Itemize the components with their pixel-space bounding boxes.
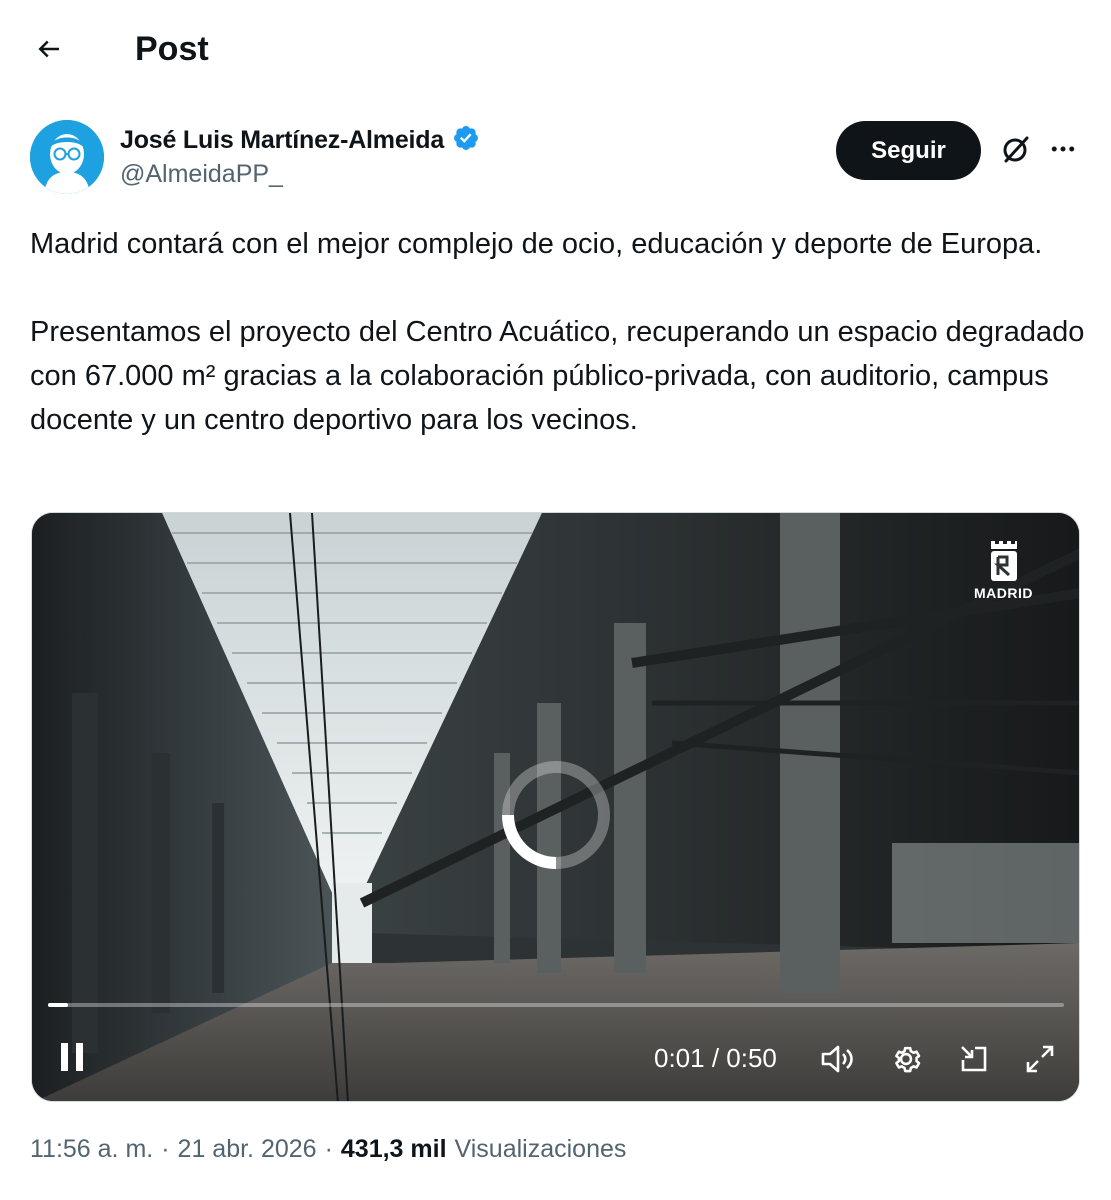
grok-button[interactable] <box>996 131 1036 171</box>
video-time: 0:01 / 0:50 <box>654 1043 777 1073</box>
fullscreen-icon <box>1025 1044 1055 1079</box>
more-dots-icon <box>1048 134 1078 169</box>
volume-icon <box>820 1043 856 1080</box>
page-title: Post <box>135 30 209 68</box>
video-progress-bar[interactable] <box>48 1003 1064 1007</box>
picture-in-picture-icon <box>958 1043 990 1080</box>
follow-button[interactable]: Seguir <box>836 121 981 180</box>
top-bar: Post <box>0 0 1111 100</box>
meta-separator: · <box>161 1135 170 1163</box>
settings-button[interactable] <box>884 1039 928 1083</box>
fullscreen-button[interactable] <box>1018 1039 1062 1083</box>
author-name: José Luis Martínez-Almeida <box>120 126 445 154</box>
grok-icon <box>1000 133 1032 170</box>
picture-in-picture-button[interactable] <box>952 1039 996 1083</box>
madrid-logo-text: MADRID <box>974 585 1033 601</box>
pause-icon <box>57 1041 87 1078</box>
avatar[interactable] <box>30 120 104 194</box>
video-player[interactable]: MADRID 0:01 / 0:50 <box>31 512 1080 1102</box>
post-text: Madrid contará con el mejor complejo de … <box>30 222 1090 442</box>
meta-separator: · <box>324 1135 333 1163</box>
madrid-logo: MADRID <box>974 539 1033 601</box>
post-meta: 11:56 a. m. · 21 abr. 2026 · 431,3 mil V… <box>30 1135 626 1164</box>
back-button[interactable] <box>26 28 72 74</box>
author-handle[interactable]: @AlmeidaPP_ <box>120 160 283 189</box>
views-count: 431,3 mil <box>340 1135 447 1163</box>
post-paragraph: Presentamos el proyecto del Centro Acuát… <box>30 316 1085 436</box>
video-progress-fill <box>48 1003 69 1007</box>
loading-spinner-icon <box>502 761 610 869</box>
gear-icon <box>889 1042 923 1081</box>
arrow-left-icon <box>34 34 64 69</box>
post-date[interactable]: 21 abr. 2026 <box>178 1135 317 1164</box>
madrid-crest-icon <box>990 541 1017 581</box>
post-time[interactable]: 11:56 a. m. <box>30 1135 153 1164</box>
post-paragraph: Madrid contará con el mejor complejo de … <box>30 228 1043 260</box>
views-label: Visualizaciones <box>454 1135 627 1163</box>
volume-button[interactable] <box>816 1039 860 1083</box>
more-options-button[interactable] <box>1043 131 1083 171</box>
pause-button[interactable] <box>52 1039 92 1079</box>
verified-badge-icon <box>452 124 480 157</box>
author-name-row[interactable]: José Luis Martínez-Almeida <box>120 124 480 157</box>
avatar-image <box>30 120 104 194</box>
